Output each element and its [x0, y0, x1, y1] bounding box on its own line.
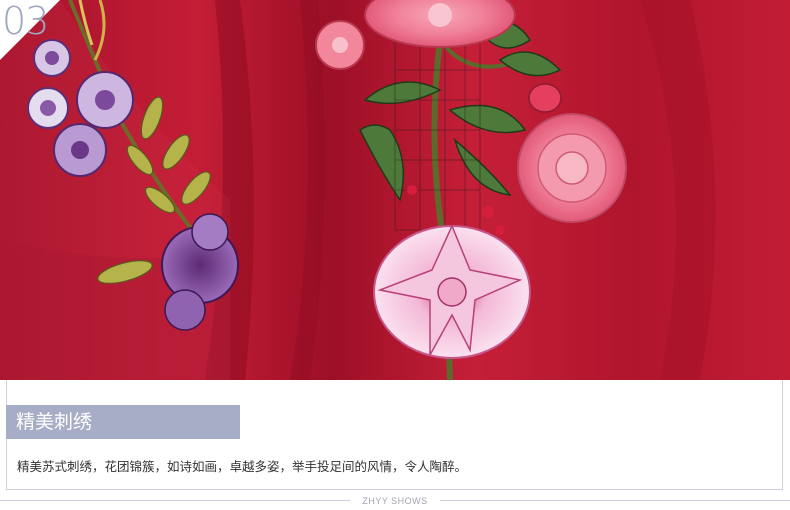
section-description: 精美苏式刺绣，花团锦簇，如诗如画，卓越多姿，举手投足间的风情，令人陶醉。: [17, 459, 468, 474]
section-number-tab: 03: [0, 0, 68, 62]
product-photo: 03: [0, 0, 790, 380]
section-title: 精美刺绣: [16, 411, 93, 433]
section-number: 03: [2, 0, 49, 43]
embroidery-illustration: [0, 0, 790, 380]
section-title-bar: 精美刺绣: [6, 405, 240, 439]
footer: ZHYY SHOWS: [0, 494, 790, 508]
footer-brand: ZHYY SHOWS: [362, 496, 428, 506]
